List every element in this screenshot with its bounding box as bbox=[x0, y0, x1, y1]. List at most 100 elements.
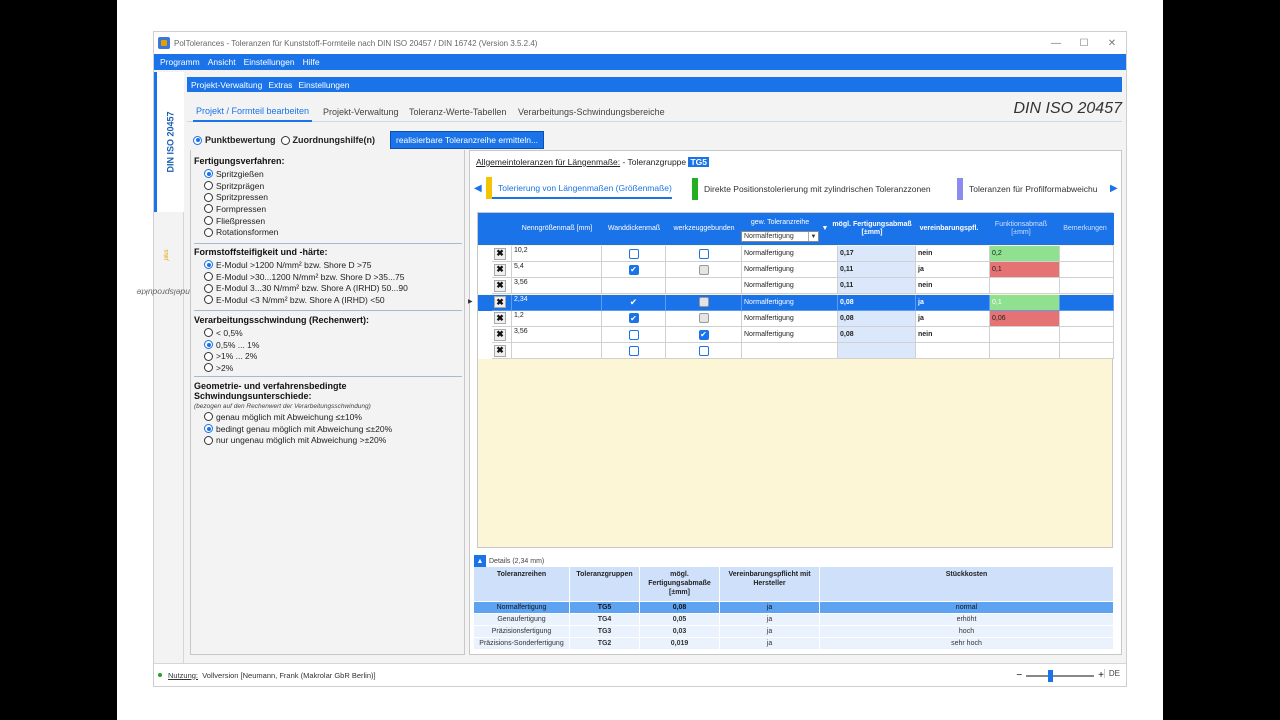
checkbox-cell[interactable] bbox=[666, 294, 742, 311]
submenu-projekt-verwaltung[interactable]: Projekt-Verwaltung bbox=[191, 80, 262, 90]
header-werkzeuggebunden[interactable]: werkzeuggebunden bbox=[666, 213, 742, 245]
funktionsabmass-cell[interactable] bbox=[990, 278, 1060, 295]
radio-option[interactable] bbox=[204, 340, 213, 350]
werkzeug-checkbox[interactable]: ✔ bbox=[698, 329, 709, 340]
wanddicken-checkbox[interactable]: ✔ bbox=[629, 297, 639, 307]
bemerkungen-cell[interactable] bbox=[1060, 262, 1114, 279]
radio-zuordnungshilfe[interactable] bbox=[280, 135, 290, 145]
funktionsabmass-cell[interactable]: 0,1 bbox=[990, 294, 1060, 311]
toleranzreihe-cell[interactable] bbox=[742, 343, 838, 360]
details-row[interactable]: Normalfertigung TG5 0,08 ja normal bbox=[474, 601, 1114, 613]
menu-programm[interactable]: Programm bbox=[160, 57, 200, 67]
menu-hilfe[interactable]: Hilfe bbox=[303, 57, 320, 67]
submenu-einstellungen[interactable]: Einstellungen bbox=[298, 80, 349, 90]
table-row[interactable]: ✖ 3,56 ✔ Normalfertigung 0,08 nein bbox=[478, 327, 1114, 343]
toleranzreihe-cell[interactable]: Normalfertigung bbox=[742, 310, 838, 327]
checkbox-cell[interactable] bbox=[602, 343, 666, 360]
table-row[interactable]: ✖ 5,4 ✔ Normalfertigung 0,11 ja 0,1 bbox=[478, 262, 1114, 279]
checkbox-cell[interactable] bbox=[666, 246, 742, 262]
nenngroesse-cell[interactable]: 5,4 bbox=[512, 262, 602, 279]
delete-row-icon[interactable]: ✖ bbox=[494, 344, 506, 357]
radio-option[interactable] bbox=[204, 283, 213, 293]
checkbox-cell[interactable] bbox=[666, 278, 742, 295]
zoom-slider[interactable] bbox=[1026, 669, 1095, 682]
nenngroesse-cell[interactable]: 10,2 bbox=[512, 246, 602, 262]
checkbox-cell[interactable]: ✔ bbox=[666, 327, 742, 343]
collapse-icon[interactable]: ▲ bbox=[474, 555, 486, 567]
tab-verarbeitungs-schwindung[interactable]: Verarbeitungs-Schwindungsbereiche bbox=[515, 102, 668, 122]
bemerkungen-cell[interactable] bbox=[1060, 294, 1114, 311]
header-funktionsabmass[interactable]: Funktionsabmaß [±mm] bbox=[986, 213, 1056, 245]
checkbox-cell[interactable] bbox=[666, 310, 742, 327]
delete-row-icon[interactable]: ✖ bbox=[494, 312, 506, 325]
header-fertigungsabmass[interactable]: mögl. Fertigungsabmaß [±mm] bbox=[832, 213, 912, 245]
header-vereinbarungspflicht[interactable]: vereinbarungspfl. bbox=[912, 213, 986, 245]
table-row[interactable]: ✖ 3,56 Normalfertigung 0,11 nein bbox=[478, 278, 1114, 295]
bemerkungen-cell[interactable] bbox=[1060, 310, 1114, 327]
subtab-positionstolerierung[interactable]: Direkte Positionstolerierung mit zylindr… bbox=[692, 178, 931, 200]
funktionsabmass-cell[interactable] bbox=[990, 343, 1060, 360]
radio-option[interactable] bbox=[204, 227, 213, 237]
radio-option[interactable] bbox=[204, 181, 213, 191]
sidetab-handelsprodukte[interactable]: Handelsprodukteplus bbox=[137, 222, 201, 352]
toleranzreihe-cell[interactable]: Normalfertigung bbox=[742, 278, 838, 295]
checkbox-cell[interactable] bbox=[666, 343, 742, 360]
nenngroesse-cell[interactable] bbox=[512, 343, 602, 360]
radio-punktbewertung[interactable] bbox=[193, 135, 202, 145]
radio-option[interactable] bbox=[204, 424, 213, 434]
radio-option[interactable] bbox=[204, 192, 213, 202]
funktionsabmass-cell[interactable]: 0,1 bbox=[990, 262, 1060, 279]
nenngroesse-cell[interactable]: 1,2 bbox=[512, 310, 602, 327]
close-icon[interactable]: ✕ bbox=[1098, 32, 1126, 54]
wanddicken-checkbox[interactable] bbox=[628, 345, 639, 356]
radio-option[interactable] bbox=[204, 169, 213, 179]
delete-row-icon[interactable]: ✖ bbox=[494, 279, 506, 292]
radio-option[interactable] bbox=[204, 295, 213, 305]
details-row[interactable]: Genaufertigung TG4 0,05 ja erhöht bbox=[474, 613, 1114, 625]
funktionsabmass-cell[interactable]: 0,06 bbox=[990, 310, 1060, 327]
minimize-icon[interactable]: — bbox=[1042, 32, 1070, 54]
tab-projekt-formteil[interactable]: Projekt / Formteil bearbeiten bbox=[193, 102, 313, 122]
zoom-out-icon[interactable]: − bbox=[1016, 670, 1022, 681]
radio-option[interactable] bbox=[204, 412, 213, 422]
radio-option[interactable] bbox=[204, 351, 213, 361]
table-row[interactable]: ✖ 1,2 ✔ Normalfertigung 0,08 ja 0,06 bbox=[478, 310, 1114, 327]
table-row[interactable]: ✖ 10,2 Normalfertigung 0,17 nein 0,2 bbox=[478, 246, 1114, 262]
header-wanddickenmass[interactable]: Wanddickenmaß bbox=[602, 213, 666, 245]
wanddicken-checkbox[interactable]: ✔ bbox=[628, 264, 639, 275]
radio-option[interactable] bbox=[204, 216, 213, 226]
funktionsabmass-cell[interactable]: 0,2 bbox=[990, 246, 1060, 262]
checkbox-cell[interactable] bbox=[602, 246, 666, 262]
radio-option[interactable] bbox=[204, 363, 213, 373]
sort-icon[interactable]: ▼ bbox=[820, 213, 830, 245]
werkzeug-checkbox[interactable] bbox=[698, 345, 709, 356]
subtab-profilform[interactable]: Toleranzen für Profilformabweichu bbox=[957, 178, 1098, 200]
funktionsabmass-cell[interactable] bbox=[990, 327, 1060, 343]
zoom-slider-thumb[interactable] bbox=[1048, 669, 1054, 682]
checkbox-cell[interactable]: ✔ bbox=[602, 310, 666, 327]
bemerkungen-cell[interactable] bbox=[1060, 343, 1114, 360]
bemerkungen-cell[interactable] bbox=[1060, 278, 1114, 295]
werkzeug-checkbox[interactable] bbox=[698, 264, 709, 275]
ermitteln-button[interactable]: realisierbare Toleranzreihe ermitteln... bbox=[390, 131, 545, 149]
submenu-extras[interactable]: Extras bbox=[268, 80, 292, 90]
language-indicator[interactable]: DE bbox=[1103, 669, 1120, 678]
nenngroesse-cell[interactable]: 3,56 bbox=[512, 278, 602, 295]
toleranzreihe-cell[interactable]: Normalfertigung bbox=[742, 262, 838, 279]
bemerkungen-cell[interactable] bbox=[1060, 327, 1114, 343]
sidetab-din-iso[interactable]: DIN ISO 20457 bbox=[154, 72, 184, 212]
checkbox-cell[interactable]: ✔ bbox=[602, 294, 666, 311]
header-bemerkungen[interactable]: Bemerkungen bbox=[1056, 213, 1114, 245]
delete-row-icon[interactable]: ✖ bbox=[494, 263, 506, 276]
checkbox-cell[interactable]: ✔ bbox=[602, 262, 666, 279]
wanddicken-checkbox[interactable] bbox=[628, 248, 639, 259]
wanddicken-checkbox[interactable] bbox=[628, 329, 639, 340]
tab-projekt-verwaltung[interactable]: Projekt-Verwaltung bbox=[320, 102, 402, 122]
nenngroesse-cell[interactable]: 3,56 bbox=[512, 327, 602, 343]
radio-option[interactable] bbox=[204, 328, 213, 338]
delete-row-icon[interactable]: ✖ bbox=[494, 328, 506, 341]
checkbox-cell[interactable] bbox=[602, 278, 666, 295]
delete-row-icon[interactable]: ✖ bbox=[494, 247, 506, 260]
details-row[interactable]: Präzisions-Sonderfertigung TG2 0,019 ja sehr… bbox=[474, 637, 1114, 649]
toleranzreihe-cell[interactable]: Normalfertigung bbox=[742, 246, 838, 262]
